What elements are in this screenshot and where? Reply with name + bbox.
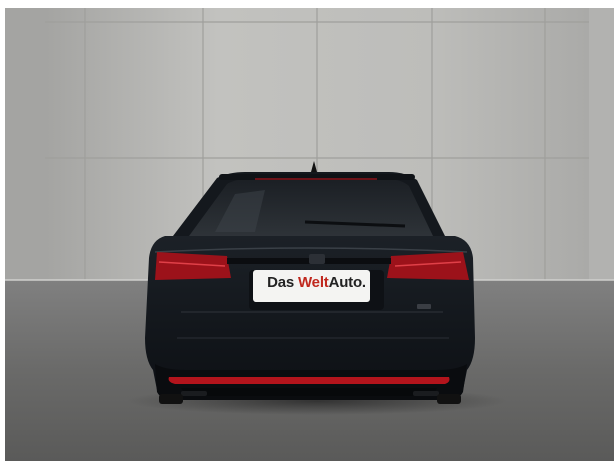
plate-word-auto: Auto. [328,274,367,291]
plate-word-das: Das [267,274,298,291]
license-plate-text: Das WeltAuto. [258,274,375,291]
right-pillar [589,8,614,280]
vehicle-photo: Das WeltAuto. [5,8,614,461]
car-scene [5,8,614,461]
left-pillar [5,8,45,280]
plate-word-welt: Welt [297,274,329,291]
red-reflector-strip [168,377,450,384]
